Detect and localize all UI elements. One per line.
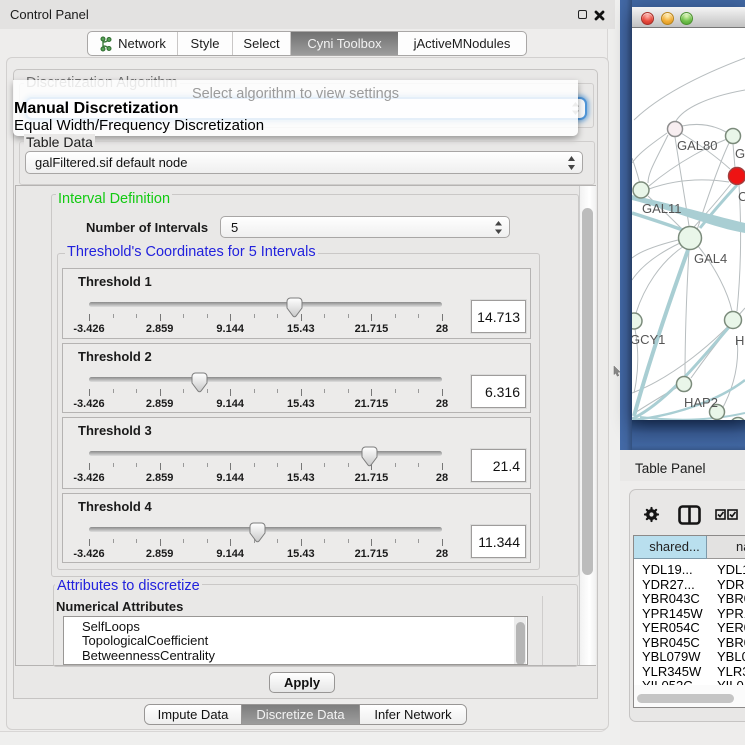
- svg-text:GCY1: GCY1: [632, 332, 665, 347]
- svg-text:HAP2: HAP2: [684, 395, 718, 410]
- svg-text:GAL4: GAL4: [694, 251, 727, 266]
- svg-text:GAL2: GAL2: [735, 146, 745, 161]
- svg-text:HIS4: HIS4: [735, 333, 745, 348]
- svg-text:GAL80: GAL80: [677, 138, 717, 153]
- svg-text:CYC8: CYC8: [738, 189, 745, 204]
- svg-text:GAL11: GAL11: [642, 201, 682, 216]
